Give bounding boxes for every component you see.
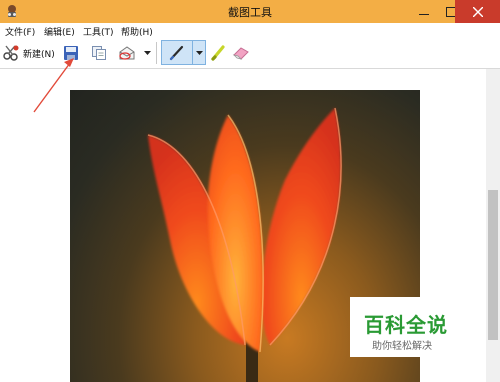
watermark: 百科全说 助你轻松解决 xyxy=(350,297,462,357)
scrollbar-thumb[interactable] xyxy=(488,190,498,340)
watermark-title: 百科全说 xyxy=(364,313,448,337)
watermark-subtitle: 助你轻松解决 xyxy=(372,341,432,352)
